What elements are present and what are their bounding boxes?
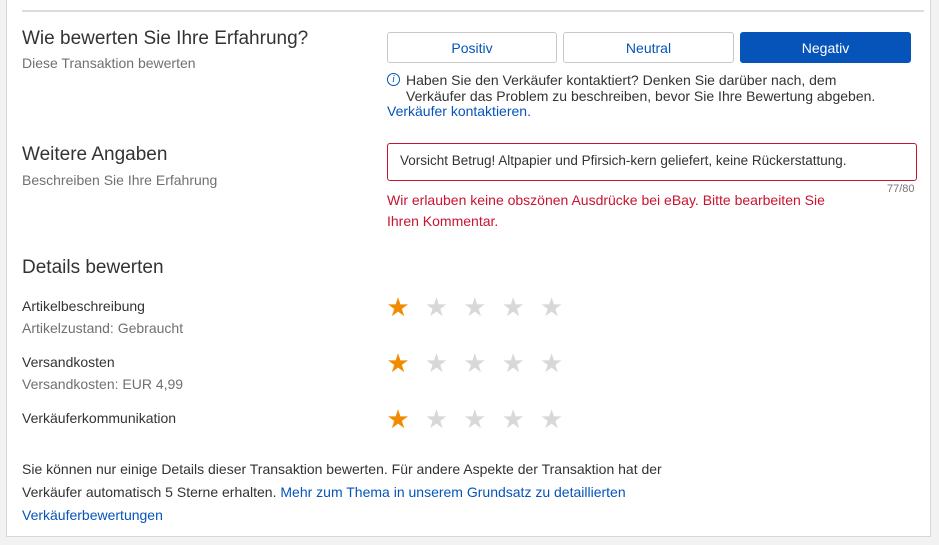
star-icon[interactable]: ★ — [385, 350, 411, 376]
positive-button[interactable]: Positiv — [387, 32, 557, 63]
info-icon: i — [387, 73, 400, 86]
details-title: Weitere Angaben — [22, 144, 168, 165]
error-message: Wir erlauben keine obszönen Ausdrücke be… — [387, 190, 887, 232]
star-icon[interactable]: ★ — [462, 406, 488, 432]
rating-stars-item-description: ★ ★ ★ ★ ★ — [385, 294, 577, 320]
star-icon[interactable]: ★ — [539, 350, 565, 376]
notice-line-2: Verkäufer das Problem zu beschreiben, be… — [406, 88, 876, 104]
comment-input[interactable]: Vorsicht Betrug! Altpapier und Pfirsich-… — [387, 143, 917, 181]
star-icon[interactable]: ★ — [462, 294, 488, 320]
error-line-1: Wir erlauben keine obszönen Ausdrücke be… — [387, 192, 825, 208]
rating-label-seller-communication: Verkäuferkommunikation — [22, 410, 177, 426]
ratings-title: Details bewerten — [22, 257, 164, 278]
star-icon[interactable]: ★ — [500, 406, 526, 432]
experience-title: Wie bewerten Sie Ihre Erfahrung? — [22, 28, 309, 49]
star-icon[interactable]: ★ — [423, 350, 449, 376]
notice-line-1: Haben Sie den Verkäufer kontaktiert? Den… — [406, 72, 837, 88]
policy-link-part-2[interactable]: Verkäuferbewertungen — [22, 507, 163, 523]
star-icon[interactable]: ★ — [423, 406, 449, 432]
rating-stars-shipping-cost: ★ ★ ★ ★ ★ — [385, 350, 577, 376]
neutral-button[interactable]: Neutral — [563, 32, 734, 63]
character-counter: 77/80 — [887, 183, 915, 195]
top-divider — [22, 10, 924, 12]
star-icon[interactable]: ★ — [539, 406, 565, 432]
experience-subtitle: Diese Transaktion bewerten — [22, 55, 196, 71]
rating-sublabel-shipping-cost: Versandkosten: EUR 4,99 — [22, 376, 184, 392]
feedback-card: Wie bewerten Sie Ihre Erfahrung? Diese T… — [6, 0, 931, 537]
star-icon[interactable]: ★ — [423, 294, 449, 320]
star-icon[interactable]: ★ — [500, 294, 526, 320]
footer-line-1: Sie können nur einige Details dieser Tra… — [22, 461, 662, 477]
star-icon[interactable]: ★ — [539, 294, 565, 320]
policy-link-part-1[interactable]: Mehr zum Thema in unserem Grundsatz zu d… — [280, 484, 625, 500]
contact-seller-link[interactable]: Verkäufer kontaktieren. — [387, 103, 531, 119]
star-icon[interactable]: ★ — [462, 350, 488, 376]
star-icon[interactable]: ★ — [385, 294, 411, 320]
rating-label-item-description: Artikelbeschreibung — [22, 298, 145, 314]
star-icon[interactable]: ★ — [500, 350, 526, 376]
details-subtitle: Beschreiben Sie Ihre Erfahrung — [22, 172, 218, 188]
error-line-2: Ihren Kommentar. — [387, 213, 499, 229]
rating-label-shipping-cost: Versandkosten — [22, 354, 115, 370]
negative-button[interactable]: Negativ — [740, 32, 911, 63]
star-icon[interactable]: ★ — [385, 406, 411, 432]
rating-stars-seller-communication: ★ ★ ★ ★ ★ — [385, 406, 577, 432]
rating-sublabel-item-condition: Artikelzustand: Gebraucht — [22, 320, 184, 336]
footer-line-2: Verkäufer automatisch 5 Sterne erhalten. — [22, 484, 277, 500]
footer-note: Sie können nur einige Details dieser Tra… — [22, 458, 722, 527]
